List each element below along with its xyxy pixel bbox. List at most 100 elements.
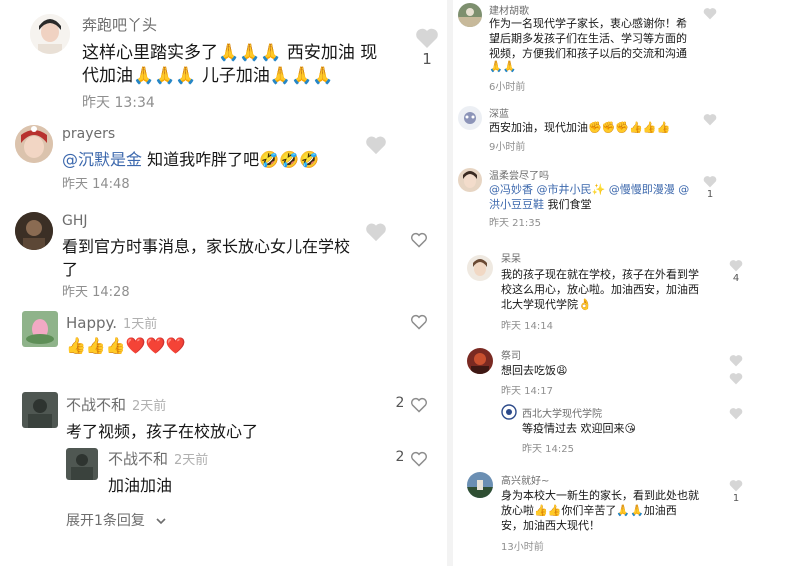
comment-text-line: 这样心里踏实多了🙏🙏🙏 西安加油 现 — [82, 43, 378, 63]
username[interactable]: prayers — [62, 126, 115, 142]
like-count: 1 — [732, 493, 740, 504]
comment-time: 13小时前 — [501, 542, 544, 553]
user-avatar[interactable] — [501, 404, 517, 420]
user-avatar[interactable] — [467, 255, 493, 281]
chevron-down-icon — [156, 518, 166, 525]
username-text[interactable]: Happy. — [66, 314, 117, 332]
username[interactable]: 深蓝 — [489, 105, 509, 120]
heart-outline-icon[interactable] — [410, 451, 428, 467]
comment-text: 加油加油 — [108, 476, 173, 495]
username[interactable]: 高兴就好~ — [501, 472, 549, 487]
comment-text: 西安加油，现代加油✊✊✊👍👍👍 — [489, 121, 671, 134]
user-avatar[interactable] — [66, 448, 98, 480]
comment-text: 考了视频，孩子在校放心了 — [66, 422, 259, 441]
heart-icon[interactable] — [729, 407, 743, 420]
username[interactable]: 西北大学现代学院 — [522, 405, 602, 420]
comment-time: 昨天 21:35 — [489, 218, 541, 229]
username-text[interactable]: 不战不和 — [66, 396, 126, 414]
username: Happy. 1天前 — [66, 313, 157, 332]
avatar-image — [15, 212, 53, 250]
comment-text-line: 我的孩子现在就在学校，孩子在外看到学 — [501, 268, 699, 281]
avatar-image — [458, 168, 482, 192]
user-avatar[interactable] — [458, 3, 482, 27]
comment-text: @沉默是金 知道我咋胖了吧🤣🤣🤣 — [62, 146, 319, 170]
mention-link[interactable]: @沉默是金 — [62, 150, 142, 169]
comment-text-line: 代加油🙏🙏🙏 儿子加油🙏🙏🙏 — [82, 66, 334, 86]
avatar-image — [22, 392, 58, 428]
heart-icon[interactable] — [729, 259, 743, 272]
comment-text-line: @冯妙香 @市井小民✨ @慢慢即漫漫 @ — [489, 181, 689, 197]
heart-icon[interactable] — [365, 135, 387, 155]
comment-text-line: 🙏🙏 — [489, 60, 517, 73]
username-text[interactable]: 不战不和 — [108, 450, 168, 468]
panel-divider — [447, 0, 453, 566]
user-avatar[interactable] — [22, 392, 58, 428]
comment-time: 6小时前 — [489, 82, 526, 93]
comment-time: 昨天 14:25 — [522, 444, 574, 455]
heart-outline-icon[interactable] — [410, 397, 428, 413]
avatar-image — [66, 448, 98, 480]
avatar-image — [15, 125, 53, 163]
mention-link[interactable]: @ — [678, 183, 689, 196]
like-count: 1 — [422, 50, 432, 68]
comment-text: 👍👍👍❤️❤️❤️ — [66, 336, 186, 355]
expand-replies-label: 展开1条回复 — [66, 513, 145, 529]
user-avatar[interactable] — [22, 311, 58, 347]
avatar-image — [467, 348, 493, 374]
heart-icon[interactable] — [365, 222, 387, 242]
comment-text-line: 北大学现代学院👌 — [501, 298, 592, 311]
heart-icon[interactable] — [703, 7, 717, 20]
avatar-image — [22, 311, 58, 347]
like-count: 1 — [706, 189, 714, 200]
mention-link[interactable]: @冯妙香 — [489, 183, 533, 196]
user-avatar[interactable] — [458, 168, 482, 192]
mention-link[interactable]: @慢慢即漫漫 — [609, 183, 675, 196]
heart-icon[interactable] — [729, 354, 743, 367]
comment-time: 9小时前 — [489, 142, 526, 153]
comment-text-line: 放心啦👍👍你们辛苦了🙏🙏加油西 — [501, 504, 677, 517]
comment-time: 昨天 13:34 — [82, 95, 155, 111]
like-count: 2 — [395, 395, 405, 411]
heart-outline-icon[interactable] — [410, 232, 428, 248]
heart-icon[interactable] — [703, 175, 717, 188]
heart-icon[interactable] — [415, 27, 439, 49]
user-avatar[interactable] — [467, 472, 493, 498]
heart-icon[interactable] — [703, 113, 717, 126]
heart-icon[interactable] — [729, 479, 743, 492]
comment-text-line: 身为本校大一新生的家长，看到此处也就 — [501, 489, 699, 502]
username[interactable]: GHJ — [62, 213, 88, 229]
time-ago: 2天前 — [132, 399, 167, 414]
comment-text-rest: 知道我咋胖了吧🤣🤣🤣 — [142, 150, 319, 169]
heart-icon[interactable] — [729, 372, 743, 385]
user-avatar[interactable] — [15, 212, 53, 250]
like-count: 2 — [395, 449, 405, 465]
comment-time: 昨天 14:17 — [501, 386, 553, 397]
avatar-image — [458, 106, 482, 130]
like-count: 4 — [732, 273, 740, 284]
comment-time: 昨天 14:48 — [62, 177, 130, 192]
avatar-image — [501, 404, 517, 420]
comment-text: 等疫情过去 欢迎回来😘 — [522, 422, 636, 435]
comment-time: 昨天 14:14 — [501, 321, 553, 332]
comment-text-line: 洪小豆豆鞋 我们食堂 — [489, 196, 592, 212]
username: 不战不和 2天前 — [66, 394, 166, 415]
comment-text-line: 校这么用心，放心啦。加油西安，加油西 — [501, 283, 699, 296]
mention-link[interactable]: @市井小民✨ — [537, 183, 606, 196]
user-avatar[interactable] — [30, 14, 70, 54]
username[interactable]: 呆呆 — [501, 250, 521, 265]
user-avatar[interactable] — [15, 125, 53, 163]
username[interactable]: 祭司 — [501, 347, 521, 362]
mention-link[interactable]: 洪小豆豆鞋 — [489, 198, 544, 211]
comment-text-line: 看到官方时事消息，家长放心女儿在学校 — [62, 237, 351, 256]
username[interactable]: 奔跑吧丫头 — [82, 14, 157, 35]
comment-text: 想回去吃饭😩 — [501, 364, 568, 377]
expand-replies-button[interactable]: 展开1条回复 — [66, 510, 167, 530]
comment-text-line: 视频，方便我们和孩子以后的交流和沟通 — [489, 47, 687, 60]
comment-time: 昨天 14:28 — [62, 285, 130, 300]
comment-text-rest: 我们食堂 — [544, 198, 592, 211]
user-avatar[interactable] — [467, 348, 493, 374]
user-avatar[interactable] — [458, 106, 482, 130]
heart-outline-icon[interactable] — [410, 314, 428, 330]
comment-text-line: 安，加油西大现代！ — [501, 519, 600, 532]
username[interactable]: 温柔尝尽了吗 — [489, 167, 549, 182]
